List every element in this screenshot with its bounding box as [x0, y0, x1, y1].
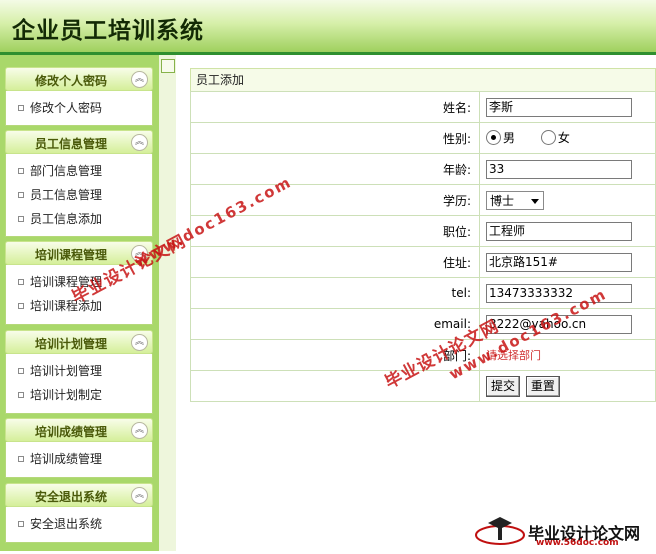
- sidebar-group-label: 员工信息管理: [34, 137, 107, 151]
- collapse-icon[interactable]: ︽: [131, 334, 148, 351]
- tel-input[interactable]: 13473333332: [486, 283, 632, 303]
- employee-form: 姓名: 李斯 性别: 男 女 年龄: 33 学历: 博士 职位: 工程师 住址:…: [190, 91, 656, 402]
- address-input[interactable]: 北京路151#: [486, 252, 632, 272]
- sidebar-group-header[interactable]: 修改个人密码 ︽: [5, 67, 153, 91]
- collapse-icon[interactable]: ︽: [131, 71, 148, 88]
- sidebar-group-label: 安全退出系统: [34, 490, 107, 504]
- sidebar-group-logout: 安全退出系统 ︽ 安全退出系统: [5, 483, 153, 543]
- sidebar-toggle-button[interactable]: [161, 59, 175, 73]
- age-label: 年龄:: [190, 153, 480, 185]
- bullet-icon: [18, 521, 24, 527]
- age-input[interactable]: 33: [486, 159, 632, 179]
- app-title: 企业员工培训系统: [12, 17, 204, 44]
- sidebar-group-header[interactable]: 培训课程管理 ︽: [5, 241, 153, 265]
- sidebar-item-course-manage[interactable]: 培训课程管理: [6, 270, 152, 294]
- radio-checked-icon[interactable]: [486, 129, 501, 145]
- bullet-icon: [18, 392, 24, 398]
- submit-button[interactable]: 提交: [486, 375, 521, 397]
- education-label: 学历:: [190, 184, 480, 216]
- form-row-gender: 性别: 男 女: [190, 122, 656, 154]
- sidebar-item-score-manage[interactable]: 培训成绩管理: [6, 447, 152, 471]
- sidebar-item-employee-add[interactable]: 员工信息添加: [6, 207, 152, 231]
- sidebar-group-label: 培训课程管理: [34, 248, 107, 262]
- name-label: 姓名:: [190, 91, 480, 123]
- sidebar-group-plan: 培训计划管理 ︽ 培训计划管理 培训计划制定: [5, 330, 153, 414]
- sidebar-group-body: 培训成绩管理: [5, 442, 153, 478]
- bullet-icon: [18, 168, 24, 174]
- sidebar-group-password: 修改个人密码 ︽ 修改个人密码: [5, 67, 153, 126]
- sidebar-group-score: 培训成绩管理 ︽ 培训成绩管理: [5, 418, 153, 478]
- gender-male-option[interactable]: 男: [486, 129, 515, 146]
- form-row-position: 职位: 工程师: [190, 215, 656, 247]
- sidebar-item-plan-create[interactable]: 培训计划制定: [6, 383, 152, 407]
- email-label: email:: [190, 308, 480, 340]
- bullet-icon: [18, 216, 24, 222]
- sidebar-item-logout[interactable]: 安全退出系统: [6, 512, 152, 536]
- tel-label: tel:: [190, 277, 480, 309]
- form-row-age: 年龄: 33: [190, 153, 656, 185]
- collapse-icon[interactable]: ︽: [131, 134, 148, 151]
- sidebar-group-header[interactable]: 培训成绩管理 ︽: [5, 418, 153, 442]
- sidebar-group-header[interactable]: 员工信息管理 ︽: [5, 130, 153, 154]
- form-row-tel: tel: 13473333332: [190, 277, 656, 309]
- sidebar-group-label: 修改个人密码: [34, 74, 107, 88]
- main-panel: 员工添加 姓名: 李斯 性别: 男 女 年龄: 33 学历: 博士 职位: 工程…: [190, 68, 656, 402]
- bullet-icon: [18, 105, 24, 111]
- form-row-address: 住址: 北京路151#: [190, 246, 656, 278]
- sidebar-group-body: 修改个人密码: [5, 91, 153, 126]
- sidebar-group-body: 安全退出系统: [5, 507, 153, 543]
- panel-title: 员工添加: [190, 68, 656, 91]
- position-input[interactable]: 工程师: [486, 221, 632, 241]
- sidebar-group-body: 培训计划管理 培训计划制定: [5, 354, 153, 414]
- email-input[interactable]: 3222@yahoo.cn: [486, 314, 632, 334]
- reset-button[interactable]: 重置: [525, 375, 560, 397]
- sidebar-splitter: [159, 55, 176, 551]
- bullet-icon: [18, 279, 24, 285]
- dept-select-link[interactable]: 请选择部门: [486, 349, 541, 362]
- name-input[interactable]: 李斯: [486, 97, 632, 117]
- site-logo: 毕业设计论文网 www.56doc.com: [470, 515, 656, 551]
- sidebar-item-plan-manage[interactable]: 培训计划管理: [6, 359, 152, 383]
- sidebar-group-label: 培训成绩管理: [34, 425, 107, 439]
- sidebar-group-course: 培训课程管理 ︽ 培训课程管理 培训课程添加: [5, 241, 153, 325]
- sidebar-group-employee: 员工信息管理 ︽ 部门信息管理 员工信息管理 员工信息添加: [5, 130, 153, 237]
- form-row-dept: 部门: 请选择部门: [190, 339, 656, 371]
- dept-label: 部门:: [190, 339, 480, 371]
- sidebar-item-course-add[interactable]: 培训课程添加: [6, 294, 152, 318]
- sidebar-group-body: 培训课程管理 培训课程添加: [5, 265, 153, 325]
- collapse-icon[interactable]: ︽: [131, 487, 148, 504]
- sidebar-group-body: 部门信息管理 员工信息管理 员工信息添加: [5, 154, 153, 237]
- education-select[interactable]: 博士: [486, 190, 544, 210]
- dropdown-arrow-icon: [531, 198, 539, 204]
- logo-url: www.56doc.com: [536, 538, 619, 548]
- sidebar-item-dept-manage[interactable]: 部门信息管理: [6, 159, 152, 183]
- collapse-icon[interactable]: ︽: [131, 422, 148, 439]
- radio-unchecked-icon[interactable]: [540, 129, 556, 145]
- collapse-icon[interactable]: ︽: [131, 245, 148, 262]
- bullet-icon: [18, 368, 24, 374]
- logo-emblem-icon: [475, 517, 525, 545]
- sidebar: 修改个人密码 ︽ 修改个人密码 员工信息管理 ︽ 部门信息管理 员工信息管理 员…: [0, 55, 159, 551]
- bullet-icon: [18, 456, 24, 462]
- gender-female-option[interactable]: 女: [540, 129, 570, 146]
- gender-label: 性别:: [190, 122, 480, 154]
- form-row-name: 姓名: 李斯: [190, 91, 656, 123]
- sidebar-item-change-password[interactable]: 修改个人密码: [6, 96, 152, 120]
- sidebar-group-header[interactable]: 安全退出系统 ︽: [5, 483, 153, 507]
- bullet-icon: [18, 303, 24, 309]
- bullet-icon: [18, 192, 24, 198]
- form-row-actions: 提交 重置: [190, 370, 656, 402]
- app-header: 企业员工培训系统: [0, 0, 656, 55]
- address-label: 住址:: [190, 246, 480, 278]
- form-row-education: 学历: 博士: [190, 184, 656, 216]
- sidebar-group-header[interactable]: 培训计划管理 ︽: [5, 330, 153, 354]
- sidebar-group-label: 培训计划管理: [34, 337, 107, 351]
- form-row-email: email: 3222@yahoo.cn: [190, 308, 656, 340]
- position-label: 职位:: [190, 215, 480, 247]
- sidebar-item-employee-manage[interactable]: 员工信息管理: [6, 183, 152, 207]
